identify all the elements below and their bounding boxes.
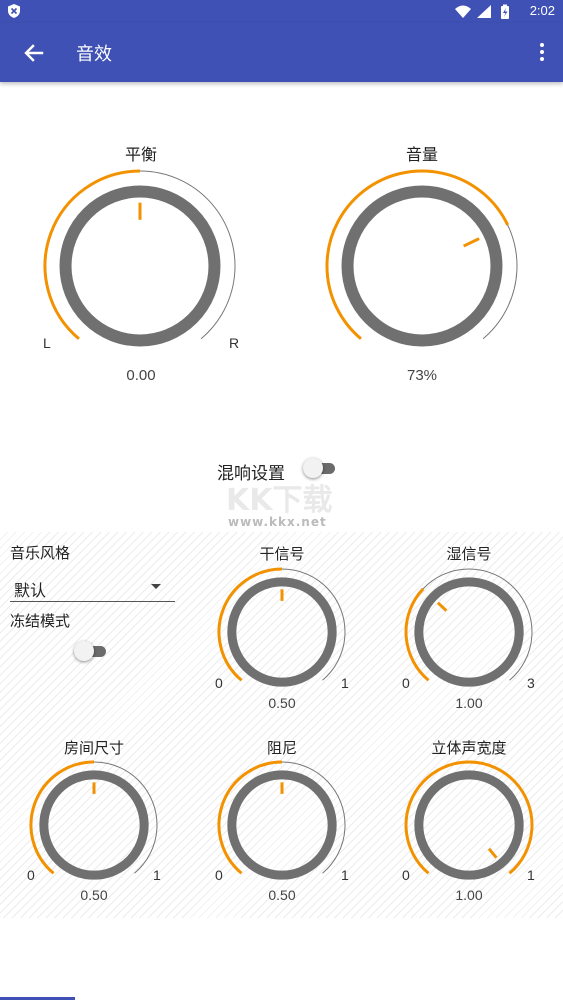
wet-value: 1.00 [455, 695, 483, 711]
wet-knob[interactable] [403, 566, 535, 698]
music-style-dropdown[interactable]: 默认 [10, 573, 175, 602]
freeze-mode-label: 冻结模式 [10, 613, 71, 630]
knob-pointer [487, 847, 498, 859]
room-size-knob[interactable] [28, 759, 160, 891]
balance-left-label: L [43, 335, 51, 351]
watermark-url: www.kkx.net [228, 515, 327, 529]
dry-value: 0.50 [268, 695, 296, 711]
damping-knob[interactable] [216, 759, 348, 891]
stereo-width-knob[interactable] [403, 759, 535, 891]
wet-max: 3 [527, 675, 535, 691]
damping-min: 0 [215, 867, 223, 883]
knob-ring [414, 577, 524, 687]
volume-knob[interactable] [324, 168, 520, 364]
signal-icon [477, 5, 491, 18]
battery-icon [501, 4, 509, 19]
balance-value: 0.00 [126, 367, 156, 384]
room-size-max: 1 [153, 867, 161, 883]
damping-value: 0.50 [268, 887, 296, 903]
reverb-toggle[interactable] [303, 458, 337, 478]
volume-value: 73% [406, 367, 438, 384]
room-size-label: 房间尺寸 [63, 740, 125, 757]
damping-label: 阻尼 [266, 740, 298, 757]
status-time: 2:02 [529, 3, 555, 18]
stereo-width-max: 1 [527, 867, 535, 883]
music-style-label: 音乐风格 [10, 545, 71, 562]
app-bar: 音效 [0, 23, 563, 82]
music-style-selected: 默认 [14, 583, 47, 600]
balance-knob[interactable] [42, 168, 238, 364]
knob-ring [414, 770, 524, 880]
knob-pointer [462, 237, 480, 248]
shield-icon [8, 4, 20, 18]
freeze-mode-toggle[interactable] [74, 641, 108, 661]
dry-max: 1 [341, 675, 349, 691]
wifi-icon [455, 5, 471, 18]
stereo-width-value: 1.00 [455, 887, 483, 903]
page-title: 音效 [76, 44, 112, 64]
status-bar: 2:02 [0, 0, 563, 23]
dropdown-arrow-icon [151, 584, 161, 589]
svg-text:KK下载: KK下载 [226, 483, 333, 518]
balance-right-label: R [229, 335, 240, 351]
dry-label: 干信号 [259, 546, 305, 563]
knob-pointer [436, 601, 448, 612]
dry-min: 0 [215, 675, 223, 691]
freeze-mode-toggle-thumb [74, 641, 94, 661]
wet-min: 0 [402, 675, 410, 691]
damping-max: 1 [341, 867, 349, 883]
room-size-value: 0.50 [80, 887, 108, 903]
stereo-width-label: 立体声宽度 [431, 740, 507, 757]
wet-label: 湿信号 [446, 546, 492, 563]
room-size-min: 0 [27, 867, 35, 883]
knob-ring [341, 185, 503, 347]
dry-knob[interactable] [216, 566, 348, 698]
balance-label: 平衡 [124, 147, 158, 164]
back-arrow-icon[interactable] [20, 39, 48, 67]
stereo-width-min: 0 [402, 867, 410, 883]
status-icons [455, 4, 509, 19]
more-vert-icon[interactable] [535, 37, 549, 69]
reverb-toggle-thumb [303, 458, 323, 478]
volume-label: 音量 [405, 147, 439, 164]
